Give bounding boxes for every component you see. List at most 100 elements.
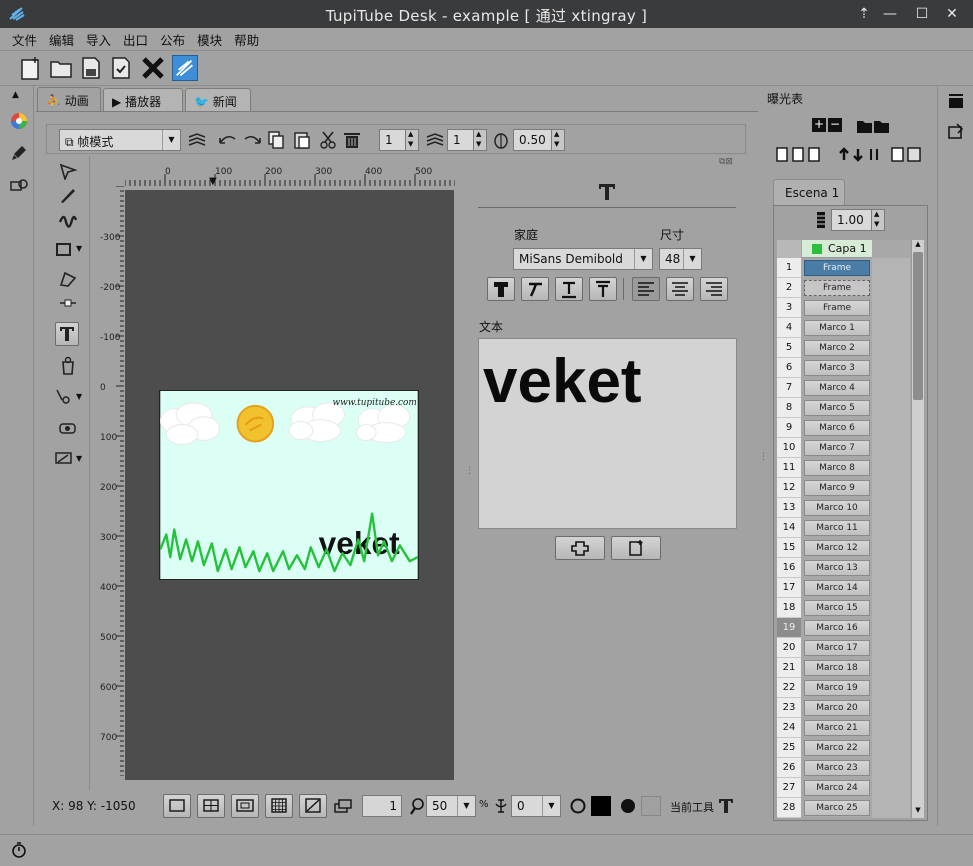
row-number[interactable]: 9 bbox=[777, 418, 801, 438]
row-number[interactable]: 14 bbox=[777, 518, 801, 538]
row-number[interactable]: 25 bbox=[777, 738, 801, 758]
exposure-scrollbar[interactable]: ▲ ▼ bbox=[911, 240, 924, 818]
mode-select[interactable]: ⧉ 帧模式 ▼ bbox=[59, 129, 181, 151]
timer-icon[interactable] bbox=[10, 841, 28, 859]
object-tool-icon[interactable] bbox=[54, 450, 74, 466]
frame-cell[interactable]: Marco 1 bbox=[804, 320, 870, 336]
font-size-select[interactable]: 48 ▼ bbox=[659, 248, 702, 270]
frame-cell[interactable]: Marco 13 bbox=[804, 560, 870, 576]
frame-cell[interactable]: Marco 9 bbox=[804, 480, 870, 496]
row-number[interactable]: 11 bbox=[777, 458, 801, 478]
polyline-tool-icon[interactable] bbox=[58, 270, 78, 288]
fill-tool-icon[interactable] bbox=[58, 356, 78, 376]
frame-cell[interactable]: Marco 6 bbox=[804, 420, 870, 436]
frame-cell[interactable]: Marco 2 bbox=[804, 340, 870, 356]
frame-cell[interactable]: Marco 19 bbox=[804, 680, 870, 696]
frame-cell[interactable]: Marco 25 bbox=[804, 800, 870, 816]
frame-cell[interactable]: Marco 24 bbox=[804, 780, 870, 796]
view-grid-button[interactable] bbox=[197, 794, 225, 818]
node-tool-icon[interactable] bbox=[58, 296, 78, 310]
library-icon[interactable] bbox=[10, 176, 28, 192]
row-number[interactable]: 4 bbox=[777, 318, 801, 338]
object-menu-arrow-icon[interactable]: ▼ bbox=[76, 454, 82, 463]
cut-icon[interactable] bbox=[319, 130, 337, 150]
select-tool-icon[interactable] bbox=[58, 162, 78, 180]
tab-news[interactable]: 🐦 新闻 bbox=[185, 88, 251, 112]
panel-float-close-icon[interactable]: ⧉⊠ bbox=[719, 157, 743, 169]
rotation-select[interactable]: 0 ▼ bbox=[511, 795, 561, 817]
menu-export[interactable]: 出口 bbox=[117, 28, 154, 49]
frame-cell[interactable]: Frame bbox=[804, 280, 870, 296]
reset-view-button[interactable] bbox=[299, 794, 327, 818]
previous-frame-icon[interactable] bbox=[217, 131, 237, 149]
insert-text-button[interactable] bbox=[555, 536, 605, 560]
zoom-select[interactable]: 50 ▼ bbox=[426, 795, 476, 817]
tab-scene-1[interactable]: Escena 1 bbox=[773, 179, 845, 205]
row-number[interactable]: 17 bbox=[777, 578, 801, 598]
menu-modules[interactable]: 模块 bbox=[191, 28, 228, 49]
align-left-button[interactable] bbox=[632, 277, 660, 301]
rectangle-tool-icon[interactable] bbox=[54, 240, 74, 258]
new-project-icon[interactable] bbox=[18, 55, 44, 81]
frame-cell[interactable]: Marco 11 bbox=[804, 520, 870, 536]
new-text-button[interactable] bbox=[611, 536, 661, 560]
frame-cell[interactable]: Marco 14 bbox=[804, 580, 870, 596]
row-number[interactable]: 16 bbox=[777, 558, 801, 578]
frame-cell[interactable]: Marco 20 bbox=[804, 700, 870, 716]
frame-cell[interactable]: Marco 3 bbox=[804, 360, 870, 376]
fps-spin[interactable]: 1.00 bbox=[831, 209, 885, 231]
onion-skin-icon[interactable] bbox=[187, 131, 207, 149]
frame-cell[interactable]: Marco 22 bbox=[804, 740, 870, 756]
next-frame-icon[interactable] bbox=[243, 131, 263, 149]
shift-tool-icon[interactable] bbox=[58, 420, 78, 436]
view-safe-area-button[interactable] bbox=[231, 794, 259, 818]
pencil-tool-icon[interactable] bbox=[58, 186, 78, 204]
row-number[interactable]: 8 bbox=[777, 398, 801, 418]
row-number[interactable]: 13 bbox=[777, 498, 801, 518]
next-onion-spin[interactable]: 1 bbox=[447, 129, 487, 151]
fill-color-swatch[interactable] bbox=[641, 796, 661, 816]
splitter-handle[interactable]: ⋮ bbox=[465, 466, 474, 476]
artboard[interactable]: www.tupitube.com veket bbox=[159, 390, 419, 580]
paste-icon[interactable] bbox=[293, 130, 311, 150]
scenes-icon[interactable] bbox=[947, 92, 965, 110]
frame-cell[interactable]: Marco 21 bbox=[804, 720, 870, 736]
brush-icon[interactable] bbox=[10, 144, 28, 162]
frame-cell[interactable]: Marco 16 bbox=[804, 620, 870, 636]
row-number[interactable]: 18 bbox=[777, 598, 801, 618]
collapse-arrow-icon[interactable]: ▲ bbox=[12, 90, 19, 100]
row-number[interactable]: 21 bbox=[777, 658, 801, 678]
remove-layer-icon[interactable]: − bbox=[828, 118, 842, 132]
frame-cell[interactable]: Frame bbox=[804, 260, 870, 276]
tab-player[interactable]: ▶ 播放器 bbox=[103, 88, 183, 112]
copy-frames-icon[interactable] bbox=[890, 146, 926, 164]
menu-edit[interactable]: 编辑 bbox=[43, 28, 80, 49]
frame-cell[interactable]: Marco 18 bbox=[804, 660, 870, 676]
row-number[interactable]: 20 bbox=[777, 638, 801, 658]
color-palette-icon[interactable] bbox=[10, 112, 28, 130]
add-remove-folder-icon[interactable] bbox=[856, 118, 890, 134]
scroll-up-icon[interactable]: ▲ bbox=[912, 240, 924, 252]
frame-cell[interactable]: Marco 10 bbox=[804, 500, 870, 516]
italic-button[interactable] bbox=[521, 277, 549, 301]
maximize-button[interactable]: ☐ bbox=[912, 4, 932, 24]
menu-publish[interactable]: 公布 bbox=[154, 28, 191, 49]
view-full-grid-button[interactable] bbox=[265, 794, 293, 818]
ink-tool-icon[interactable] bbox=[58, 210, 78, 228]
frame-cell[interactable]: Marco 5 bbox=[804, 400, 870, 416]
frame-number-field[interactable]: 1 bbox=[362, 795, 402, 817]
row-number[interactable]: 7 bbox=[777, 378, 801, 398]
align-right-button[interactable] bbox=[700, 277, 728, 301]
scroll-down-icon[interactable]: ▼ bbox=[912, 806, 924, 818]
row-number[interactable]: 3 bbox=[777, 298, 801, 318]
row-number[interactable]: 19 bbox=[777, 618, 801, 638]
frame-cell[interactable]: Marco 7 bbox=[804, 440, 870, 456]
frame-cell[interactable]: Marco 17 bbox=[804, 640, 870, 656]
scrollbar-thumb[interactable] bbox=[913, 252, 923, 400]
underline-button[interactable] bbox=[555, 277, 583, 301]
close-project-icon[interactable] bbox=[140, 55, 166, 81]
trash-icon[interactable] bbox=[343, 130, 361, 150]
save-as-icon[interactable] bbox=[108, 55, 134, 81]
frame-cell[interactable]: Marco 8 bbox=[804, 460, 870, 476]
open-folder-icon[interactable] bbox=[48, 55, 74, 81]
